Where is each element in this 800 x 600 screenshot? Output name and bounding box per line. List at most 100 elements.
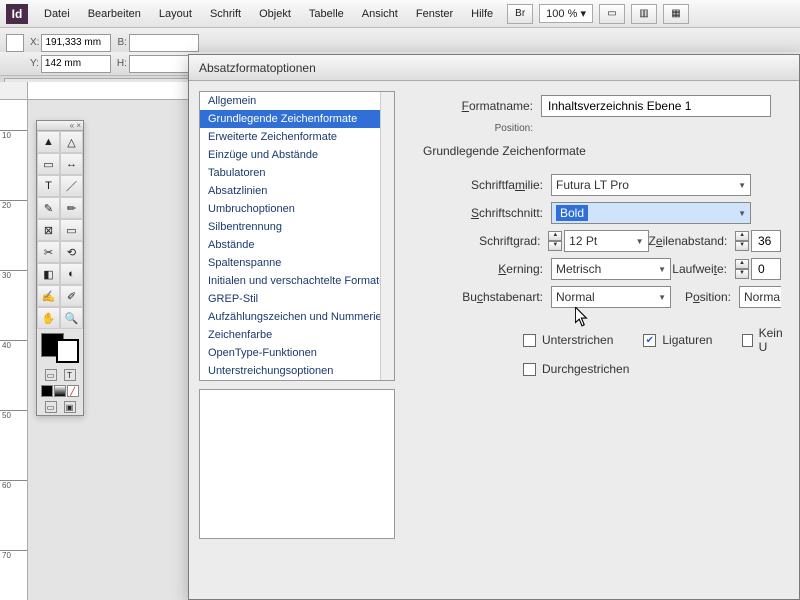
transform-tool[interactable]: ⟲ bbox=[60, 241, 83, 263]
view-mode-button-2[interactable]: ▥ bbox=[631, 4, 657, 24]
font-style-value: Bold bbox=[556, 205, 588, 221]
zoom-value: 100 % bbox=[546, 8, 577, 20]
formatname-input[interactable] bbox=[541, 95, 771, 117]
apply-color-icon[interactable] bbox=[41, 385, 53, 397]
menu-bearbeiten[interactable]: Bearbeiten bbox=[80, 4, 149, 24]
strikethrough-checkbox[interactable]: Durchgestrichen bbox=[523, 362, 629, 376]
scissors-tool[interactable]: ✂ bbox=[37, 241, 60, 263]
note-tool[interactable]: ✍ bbox=[37, 285, 60, 307]
menu-hilfe[interactable]: Hilfe bbox=[463, 4, 501, 24]
apply-none-icon[interactable]: ╱ bbox=[67, 385, 79, 397]
ruler-tick: 40 bbox=[0, 340, 27, 350]
category-row[interactable]: Tabulatoren bbox=[200, 164, 394, 182]
menu-objekt[interactable]: Objekt bbox=[251, 4, 299, 24]
leading-input[interactable] bbox=[751, 230, 781, 252]
leading-label: Zeilenabstand: bbox=[649, 234, 728, 248]
view-mode-preview-icon[interactable]: ▣ bbox=[64, 401, 76, 413]
category-row[interactable]: Durchstreichungsoptionen bbox=[200, 380, 394, 381]
font-family-dropdown[interactable]: Futura LT Pro▼ bbox=[551, 174, 751, 196]
category-row[interactable]: Spaltenspanne bbox=[200, 254, 394, 272]
rectangle-tool[interactable]: ▭ bbox=[60, 219, 83, 241]
pencil-tool[interactable]: ✏ bbox=[60, 197, 83, 219]
eyedropper-tool[interactable]: ✐ bbox=[60, 285, 83, 307]
listbox-scrollbar[interactable] bbox=[380, 92, 394, 380]
category-row[interactable]: Allgemein bbox=[200, 92, 394, 110]
kerning-dropdown[interactable]: Metrisch▼ bbox=[551, 258, 671, 280]
view-mode-normal-icon[interactable]: ▭ bbox=[45, 401, 57, 413]
category-listbox[interactable]: Allgemein Grundlegende Zeichenformate Er… bbox=[199, 91, 395, 381]
leading-spinner[interactable]: ▲▼ bbox=[735, 231, 749, 251]
category-row[interactable]: Zeichenfarbe bbox=[200, 326, 394, 344]
size-spinner[interactable]: ▲▼ bbox=[548, 231, 562, 251]
zoom-tool[interactable]: 🔍 bbox=[60, 307, 83, 329]
category-row[interactable]: Erweiterte Zeichenformate bbox=[200, 128, 394, 146]
fill-stroke-swatches[interactable] bbox=[37, 329, 83, 367]
apply-gradient-icon[interactable] bbox=[54, 385, 66, 397]
menu-fenster[interactable]: Fenster bbox=[408, 4, 461, 24]
preview-box bbox=[199, 389, 395, 539]
gradient-swatch-tool[interactable]: ◧ bbox=[37, 263, 60, 285]
category-row[interactable]: Silbentrennung bbox=[200, 218, 394, 236]
gradient-feather-tool[interactable]: ◐ bbox=[60, 263, 83, 285]
bridge-button[interactable]: Br bbox=[507, 4, 533, 24]
y-input[interactable] bbox=[41, 55, 111, 73]
ligatures-checkbox[interactable]: ✔Ligaturen bbox=[643, 333, 712, 347]
zoom-dropdown[interactable]: 100 % ▾ bbox=[539, 4, 593, 23]
font-style-label: Schriftschnitt: bbox=[423, 206, 543, 220]
tracking-spinner[interactable]: ▲▼ bbox=[735, 259, 749, 279]
category-row[interactable]: Absatzlinien bbox=[200, 182, 394, 200]
chevron-down-icon: ▼ bbox=[636, 237, 644, 246]
text-format-icon[interactable]: T bbox=[64, 369, 76, 381]
case-dropdown[interactable]: Normal▼ bbox=[551, 286, 671, 308]
type-tool[interactable]: T bbox=[37, 175, 60, 197]
category-row[interactable]: OpenType-Funktionen bbox=[200, 344, 394, 362]
font-size-dropdown[interactable]: 12 Pt▼ bbox=[564, 230, 648, 252]
menu-schrift[interactable]: Schrift bbox=[202, 4, 249, 24]
menu-layout[interactable]: Layout bbox=[151, 4, 200, 24]
hand-tool[interactable]: ✋ bbox=[37, 307, 60, 329]
category-row[interactable]: Grundlegende Zeichenformate bbox=[200, 110, 394, 128]
nobreak-check-label: Kein U bbox=[759, 326, 786, 354]
x-label: X: bbox=[30, 37, 39, 48]
container-format-icon[interactable]: ▭ bbox=[45, 369, 57, 381]
ruler-vertical[interactable]: 10 20 30 40 50 60 70 bbox=[0, 100, 28, 600]
reference-point[interactable] bbox=[6, 34, 24, 52]
rectangle-frame-tool[interactable]: ⊠ bbox=[37, 219, 60, 241]
line-tool[interactable]: ／ bbox=[60, 175, 83, 197]
ruler-corner bbox=[0, 82, 28, 100]
w-input[interactable] bbox=[129, 34, 199, 52]
paragraph-style-options-dialog: Absatzformatoptionen Allgemein Grundlege… bbox=[188, 54, 800, 600]
category-row[interactable]: Initialen und verschachtelte Formate bbox=[200, 272, 394, 290]
position-dropdown[interactable]: Norma bbox=[739, 286, 781, 308]
menu-datei[interactable]: Datei bbox=[36, 4, 78, 24]
menu-tabelle[interactable]: Tabelle bbox=[301, 4, 352, 24]
ruler-tick: 60 bbox=[0, 480, 27, 490]
page-tool[interactable]: ▭ bbox=[37, 153, 60, 175]
section-title: Grundlegende Zeichenformate bbox=[423, 144, 781, 158]
view-mode-button-1[interactable]: ▭ bbox=[599, 4, 625, 24]
ruler-tick: 20 bbox=[0, 200, 27, 210]
view-mode-button-3[interactable]: ▦ bbox=[663, 4, 689, 24]
direct-selection-tool[interactable]: △ bbox=[60, 131, 83, 153]
tracking-input[interactable] bbox=[751, 258, 781, 280]
category-row[interactable]: Unterstreichungsoptionen bbox=[200, 362, 394, 380]
gap-tool[interactable]: ↔ bbox=[60, 153, 83, 175]
nobreak-checkbox[interactable]: Kein U bbox=[742, 326, 785, 354]
category-pane: Allgemein Grundlegende Zeichenformate Er… bbox=[189, 81, 405, 599]
x-input[interactable] bbox=[41, 34, 111, 52]
category-row[interactable]: GREP-Stil bbox=[200, 290, 394, 308]
selection-tool[interactable]: ▲ bbox=[37, 131, 60, 153]
stroke-swatch[interactable] bbox=[56, 339, 79, 363]
font-style-dropdown[interactable]: Bold▼ bbox=[551, 202, 751, 224]
case-value: Normal bbox=[556, 290, 595, 304]
dialog-titlebar[interactable]: Absatzformatoptionen bbox=[189, 55, 799, 81]
category-row[interactable]: Aufzählungszeichen und Nummerierung bbox=[200, 308, 394, 326]
category-row[interactable]: Abstände bbox=[200, 236, 394, 254]
category-row[interactable]: Einzüge und Abstände bbox=[200, 146, 394, 164]
category-row[interactable]: Umbruchoptionen bbox=[200, 200, 394, 218]
underline-checkbox[interactable]: Unterstrichen bbox=[523, 333, 613, 347]
panel-grip[interactable]: « × bbox=[37, 121, 83, 131]
menu-ansicht[interactable]: Ansicht bbox=[354, 4, 406, 24]
font-family-value: Futura LT Pro bbox=[556, 178, 629, 192]
pen-tool[interactable]: ✎ bbox=[37, 197, 60, 219]
